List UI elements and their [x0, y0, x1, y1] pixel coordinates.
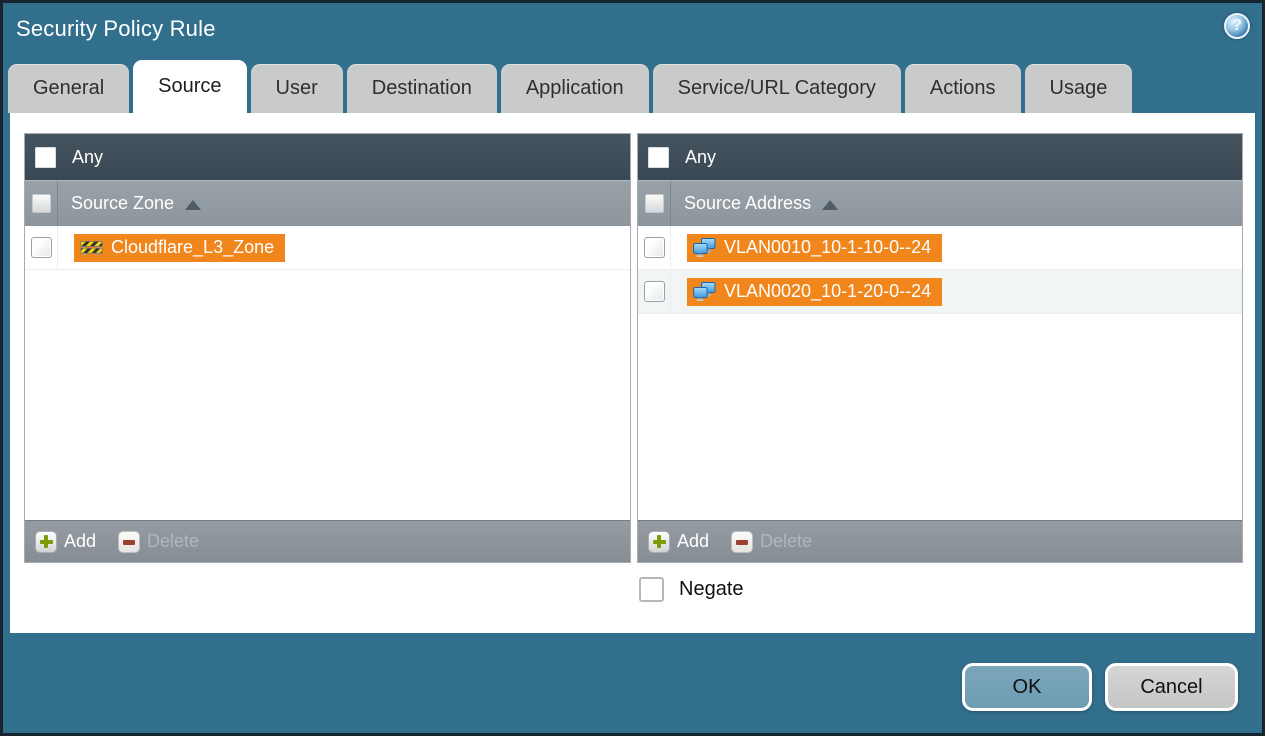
- tab-actions[interactable]: Actions: [904, 64, 1021, 113]
- sort-ascending-icon: [822, 199, 839, 210]
- address-tag-label: VLAN0020_10-1-20-0--24: [724, 281, 932, 301]
- address-icon: [693, 238, 716, 257]
- address-tag[interactable]: VLAN0020_10-1-20-0--24: [687, 277, 943, 306]
- tab-general[interactable]: General: [8, 64, 130, 113]
- tab-service-url-category[interactable]: Service/URL Category: [652, 64, 901, 113]
- row-checkbox[interactable]: [643, 237, 665, 258]
- source-zone-panel: Any Source Zone Cloudflare_L3_Zone Add D…: [24, 133, 631, 563]
- add-plus-icon: [35, 530, 57, 553]
- add-plus-icon: [648, 530, 670, 553]
- tab-usage[interactable]: Usage: [1024, 64, 1133, 113]
- table-row[interactable]: VLAN0010_10-1-10-0--24: [638, 226, 1242, 270]
- column-header-label: Source Address: [684, 193, 812, 213]
- delete-minus-icon: [118, 530, 141, 553]
- source-address-rows: VLAN0010_10-1-10-0--24 VLAN0020_10-1-20-…: [638, 226, 1242, 520]
- source-zone-footer: Add Delete: [25, 520, 630, 562]
- sort-ascending-icon: [185, 199, 202, 210]
- tab-user[interactable]: User: [250, 64, 343, 113]
- source-zone-select-all-checkbox[interactable]: [31, 194, 51, 213]
- source-zone-rows: Cloudflare_L3_Zone: [25, 226, 630, 520]
- add-button[interactable]: Add: [648, 530, 709, 553]
- source-address-any-checkbox[interactable]: [648, 146, 669, 168]
- source-tab-content: Any Source Zone Cloudflare_L3_Zone Add D…: [10, 113, 1255, 633]
- column-header-label: Source Zone: [71, 193, 175, 213]
- address-icon: [693, 282, 716, 301]
- source-address-select-all-checkbox[interactable]: [644, 194, 664, 213]
- any-label: Any: [72, 146, 104, 167]
- zone-icon: [80, 241, 103, 255]
- delete-minus-icon: [731, 530, 754, 553]
- cancel-button[interactable]: Cancel: [1105, 663, 1238, 711]
- source-zone-any-checkbox[interactable]: [35, 146, 56, 168]
- help-icon[interactable]: ?: [1224, 13, 1250, 39]
- address-tag[interactable]: VLAN0010_10-1-10-0--24: [687, 233, 943, 262]
- source-zone-any-row: Any: [25, 134, 630, 180]
- row-checkbox[interactable]: [643, 281, 665, 302]
- tab-source[interactable]: Source: [133, 60, 247, 113]
- zone-tag[interactable]: Cloudflare_L3_Zone: [74, 233, 286, 262]
- delete-button[interactable]: Delete: [118, 530, 199, 553]
- source-address-any-row: Any: [638, 134, 1242, 180]
- dialog-actions: OK Cancel: [962, 663, 1238, 711]
- ok-button[interactable]: OK: [962, 663, 1092, 711]
- tab-destination[interactable]: Destination: [346, 64, 497, 113]
- source-address-footer: Add Delete: [638, 520, 1242, 562]
- tab-application[interactable]: Application: [500, 64, 649, 113]
- row-checkbox[interactable]: [30, 237, 52, 258]
- zone-tag-label: Cloudflare_L3_Zone: [111, 237, 275, 257]
- negate-label: Negate: [679, 578, 744, 600]
- address-tag-label: VLAN0010_10-1-10-0--24: [724, 237, 932, 257]
- page-title: Security Policy Rule: [16, 16, 216, 41]
- negate-row: Negate: [639, 577, 744, 602]
- title-bar: Security Policy Rule ?: [3, 3, 1262, 60]
- tab-bar: General Source User Destination Applicat…: [8, 60, 1133, 113]
- negate-checkbox[interactable]: [639, 577, 664, 602]
- source-address-column-header[interactable]: Source Address: [638, 180, 1242, 226]
- add-button[interactable]: Add: [35, 530, 96, 553]
- any-label: Any: [685, 146, 717, 167]
- source-zone-column-header[interactable]: Source Zone: [25, 180, 630, 226]
- source-address-panel: Any Source Address VLAN0010_10-1-10-0--2…: [637, 133, 1243, 563]
- table-row[interactable]: Cloudflare_L3_Zone: [25, 226, 630, 270]
- security-policy-rule-dialog: Security Policy Rule ? General Source Us…: [0, 0, 1265, 736]
- table-row[interactable]: VLAN0020_10-1-20-0--24: [638, 270, 1242, 314]
- delete-button[interactable]: Delete: [731, 530, 812, 553]
